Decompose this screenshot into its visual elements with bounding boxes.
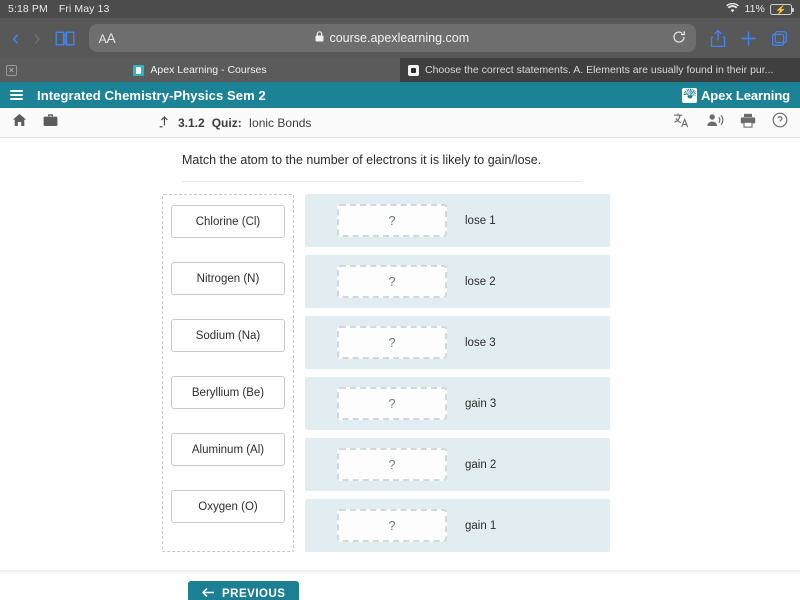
reload-icon[interactable] [672,30,686,47]
term-chip[interactable]: Aluminum (Al) [171,433,285,466]
slot-label: lose 2 [465,275,496,288]
ios-status-bar: 5:18 PM Fri May 13 11% ⚡ [0,0,800,18]
match-slot-row: ? gain 2 [305,438,610,491]
match-slot-list: ? lose 1 ? lose 2 ? lose 3 ? gain 3 ? ga… [305,194,610,552]
browser-tab-bar: ✕ Apex Learning - Courses Choose the cor… [0,58,800,82]
previous-button-label: PREVIOUS [222,588,286,600]
drop-zone[interactable]: ? [337,509,447,542]
translate-icon[interactable] [673,112,690,133]
apex-learning-logo-icon: Apex Learning [682,87,790,103]
match-slot-row: ? lose 1 [305,194,610,247]
slot-label: gain 3 [465,397,497,410]
footer-bar: PREVIOUS [0,575,800,600]
home-icon[interactable] [12,113,27,132]
slot-label: lose 3 [465,336,496,349]
lock-icon [315,31,324,45]
term-chip[interactable]: Chlorine (Cl) [171,205,285,238]
term-chip[interactable]: Oxygen (O) [171,490,285,523]
battery-charging-icon: ⚡ [770,3,794,15]
apex-favicon-icon [133,64,145,76]
course-header: Integrated Chemistry-Physics Sem 2 Apex … [0,82,800,108]
text-size-icon[interactable]: AA [99,30,116,46]
browser-tab-active[interactable]: ✕ Apex Learning - Courses [0,58,400,82]
match-slot-row: ? lose 2 [305,255,610,308]
briefcase-icon[interactable] [43,113,58,132]
new-tab-icon[interactable] [740,30,757,47]
term-chip[interactable]: Beryllium (Be) [171,376,285,409]
battery-percent-label: 11% [744,3,765,15]
drop-zone[interactable]: ? [337,326,447,359]
forward-button[interactable]: › [33,27,40,49]
term-bank: Chlorine (Cl) Nitrogen (N) Sodium (Na) B… [162,194,294,552]
apex-logo-text: Apex Learning [701,87,790,103]
term-chip[interactable]: Sodium (Na) [171,319,285,352]
status-date: Fri May 13 [58,3,110,15]
bookmarks-icon[interactable] [55,30,75,47]
drop-zone[interactable]: ? [337,265,447,298]
hamburger-menu-icon[interactable] [10,90,23,100]
safari-toolbar: ‹ › AA course.apexlearning.com [0,18,800,58]
arrow-left-icon [201,587,215,600]
document-favicon-icon [408,64,419,76]
status-time: 5:18 PM [8,3,48,15]
slot-label: lose 1 [465,214,496,227]
url-text: course.apexlearning.com [329,31,470,45]
matching-exercise: Chlorine (Cl) Nitrogen (N) Sodium (Na) B… [0,182,800,552]
question-content: Match the atom to the number of electron… [0,138,800,570]
tab-overview-icon[interactable] [771,30,788,47]
breadcrumb: 3.1.2 Quiz: Ionic Bonds [158,115,311,131]
drop-zone[interactable]: ? [337,204,447,237]
match-slot-row: ? gain 3 [305,377,610,430]
wifi-icon [726,2,740,16]
help-icon[interactable] [772,112,788,133]
back-button[interactable]: ‹ [12,27,19,49]
previous-button[interactable]: PREVIOUS [188,581,300,600]
course-title: Integrated Chemistry-Physics Sem 2 [37,87,266,103]
print-icon[interactable] [740,113,756,133]
lesson-toolbar: 3.1.2 Quiz: Ionic Bonds [0,108,800,138]
lesson-name: Ionic Bonds [248,115,312,130]
slot-label: gain 2 [465,458,497,471]
read-aloud-icon[interactable] [706,113,724,133]
share-icon[interactable] [710,28,726,48]
close-icon[interactable]: ✕ [6,64,17,76]
lesson-kind: Quiz: [211,115,242,130]
slot-label: gain 1 [465,519,497,532]
term-chip[interactable]: Nitrogen (N) [171,262,285,295]
drop-zone[interactable]: ? [337,387,447,420]
lesson-number: 3.1.2 [178,115,205,130]
address-bar[interactable]: AA course.apexlearning.com [88,24,696,52]
match-slot-row: ? lose 3 [305,316,610,369]
browser-tab-inactive[interactable]: Choose the correct statements. A. Elemen… [400,58,800,82]
match-slot-row: ? gain 1 [305,499,610,552]
browser-tab-title: Apex Learning - Courses [150,64,267,76]
browser-tab-title: Choose the correct statements. A. Elemen… [425,64,774,76]
drop-zone[interactable]: ? [337,448,447,481]
arrow-up-icon[interactable] [158,115,171,131]
question-prompt: Match the atom to the number of electron… [182,153,542,167]
